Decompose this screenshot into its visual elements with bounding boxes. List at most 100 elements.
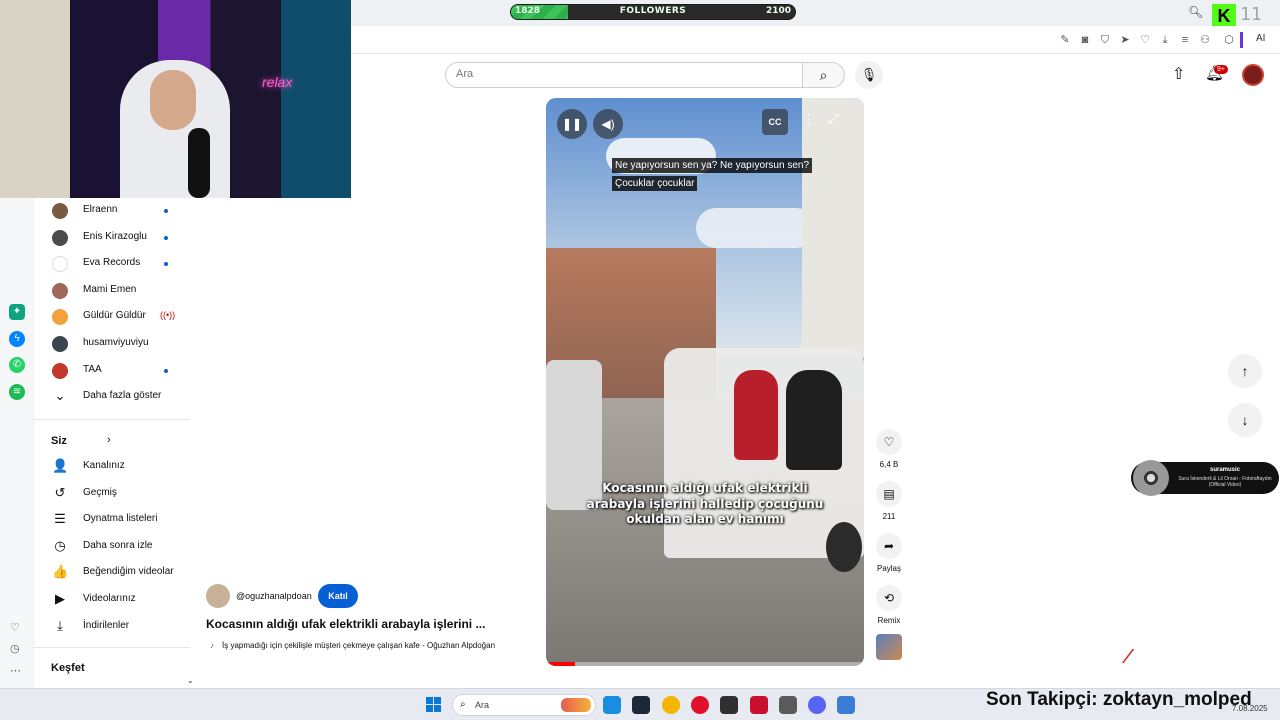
edit-icon[interactable]: ✎ — [1058, 33, 1072, 47]
upload-icon[interactable]: ⇧ — [1172, 64, 1185, 84]
search-input[interactable] — [456, 68, 786, 80]
edge-icon[interactable] — [603, 696, 621, 714]
music-chip[interactable]: ♪ İş yapmadığı için çekilişle müşteri çe… — [210, 641, 495, 655]
recorder-icon[interactable] — [749, 696, 768, 714]
chevron-right-icon[interactable]: › — [107, 434, 111, 446]
subscription-item[interactable]: Güldür Güldür ((•)) — [34, 304, 190, 330]
search-icon: ⌕ — [819, 67, 828, 83]
share-label: Paylaş — [876, 564, 901, 573]
captions-button[interactable]: CC — [762, 109, 788, 135]
more-icon[interactable]: ⋯ — [10, 664, 21, 677]
menu-icon[interactable]: ≡ — [1178, 33, 1192, 47]
chatgpt-icon[interactable]: ✦ — [9, 304, 25, 320]
live-icon: ((•)) — [160, 310, 176, 321]
subscription-label: Elraenn — [83, 204, 118, 215]
subscription-item[interactable]: TAA — [34, 358, 190, 384]
volume-button[interactable]: ◀) — [593, 109, 623, 139]
subscription-label: Güldür Güldür — [83, 310, 146, 322]
channel-name[interactable]: @oguzhanalpdoan — [236, 591, 312, 601]
video-scene-cloud — [696, 208, 816, 248]
join-button[interactable]: Katıl — [318, 584, 358, 608]
fullscreen-icon[interactable]: ⤢ — [828, 110, 839, 127]
you-item-label: Geçmiş — [83, 486, 117, 498]
you-item[interactable]: ⤓ İndirilenler — [34, 614, 190, 640]
subscription-item[interactable]: Elraenn — [34, 198, 190, 224]
arrow-down-icon: ↓ — [1241, 412, 1249, 428]
music-note-icon: ♪ — [210, 641, 214, 650]
sound-thumbnail[interactable] — [876, 634, 902, 660]
last-follower-ticker: Son Takipçi: zoktayn_molped — [986, 689, 1252, 710]
extensions-icon[interactable]: ⚇ — [1198, 33, 1212, 47]
discord-icon[interactable] — [808, 696, 827, 714]
channel-avatar — [52, 256, 68, 273]
settings-icon[interactable] — [837, 696, 856, 714]
history-icon[interactable]: ◷ — [10, 642, 20, 655]
spotify-icon[interactable]: ≋ — [9, 384, 25, 400]
subscription-item[interactable]: husamviyuviyu — [34, 331, 190, 357]
opera-icon[interactable] — [690, 696, 709, 714]
steam-icon[interactable] — [632, 696, 651, 714]
voice-search-button[interactable]: 🎙︎ — [855, 61, 883, 89]
download-icon: ⤓ — [57, 617, 63, 633]
history-icon: ↺ — [54, 484, 66, 500]
chrome-icon[interactable] — [661, 696, 680, 714]
you-item[interactable]: ▶ Videolarınız — [34, 587, 190, 613]
search-button[interactable]: ⌕ — [803, 62, 845, 88]
you-heading[interactable]: Siz — [51, 435, 67, 447]
channel-avatar — [52, 282, 68, 299]
shield-icon[interactable]: ⛉ — [1098, 33, 1112, 47]
scroll-down-icon[interactable]: ⌄ — [187, 676, 194, 685]
subscription-item[interactable]: Eva Records — [34, 251, 190, 277]
you-item[interactable]: ◷ Daha sonra izle — [34, 534, 190, 560]
remix-button[interactable]: ⟲ Remix — [876, 585, 902, 625]
subscription-item[interactable]: Mami Emen — [34, 278, 190, 304]
neon-sign: relax — [262, 74, 293, 90]
camera-icon[interactable]: ◙ — [1078, 33, 1092, 47]
messenger-icon[interactable]: ϟ — [9, 331, 25, 347]
now-playing-user: suramusic — [1209, 467, 1240, 473]
taskbar-search[interactable]: ⌕ Ara — [452, 694, 596, 716]
next-short-button[interactable]: ↓ — [1228, 403, 1262, 437]
music-chip-label: İş yapmadığı için çekilişle müşteri çekm… — [222, 641, 496, 650]
more-vert-icon[interactable]: ⋮ — [802, 112, 815, 128]
search-icon[interactable]: 🔍︎ — [1188, 5, 1203, 19]
obs-icon[interactable] — [720, 696, 739, 714]
vinyl-disc-icon — [1133, 460, 1169, 496]
volume-icon: ◀) — [601, 117, 615, 131]
you-item[interactable]: 👤 Kanalınız — [34, 454, 190, 480]
download-icon[interactable]: ⤓ — [1158, 33, 1172, 47]
start-button[interactable] — [426, 697, 442, 713]
short-video-player[interactable]: ❚❚ ◀) CC ⋮ ⤢ Ne yapıyorsun sen ya? Ne ya… — [546, 98, 864, 666]
like-button[interactable]: ♡ 6,4 B — [876, 429, 902, 469]
puzzle-icon[interactable]: ⬡ — [1222, 33, 1236, 47]
previous-short-button[interactable]: ↑ — [1228, 354, 1262, 388]
comment-button[interactable]: ▤ 211 — [876, 481, 902, 521]
video-progress-bar[interactable] — [546, 662, 864, 666]
share-button[interactable]: ➦ Paylaş — [876, 533, 902, 573]
new-content-dot — [164, 235, 168, 240]
channel-avatar[interactable] — [206, 584, 230, 608]
webcam-overlay: relax — [0, 0, 351, 198]
whatsapp-icon[interactable]: ✆ — [9, 357, 25, 373]
heart-icon[interactable]: ♡ — [10, 621, 20, 634]
new-content-dot — [164, 368, 168, 373]
short-title[interactable]: Kocasının aldığı ufak elektrikli arabayl… — [206, 617, 506, 631]
heart-icon[interactable]: ♡ — [1138, 33, 1152, 47]
app-icon[interactable] — [778, 696, 797, 714]
you-item[interactable]: ↺ Geçmiş — [34, 481, 190, 507]
followers-label: FOLLOWERS — [619, 6, 687, 16]
windows-icon — [426, 697, 433, 704]
you-item[interactable]: 👍 Beğendiğim videolar — [34, 560, 190, 586]
subscription-label: TAA — [83, 363, 102, 375]
ai-button[interactable]: AI — [1256, 33, 1265, 44]
you-item[interactable]: ☰ Oynatma listeleri — [34, 507, 190, 533]
like-count: 6,4 B — [879, 460, 899, 469]
remix-label: Remix — [877, 616, 901, 625]
avatar[interactable] — [1242, 64, 1264, 86]
subtitle-box: Ne yapıyorsun sen ya? Ne yapıyorsun sen?… — [612, 155, 822, 191]
subscription-item[interactable]: Enis Kirazoglu — [34, 225, 190, 251]
divider — [34, 419, 190, 420]
pause-button[interactable]: ❚❚ — [557, 109, 587, 139]
send-icon[interactable]: ➤ — [1118, 33, 1132, 47]
show-more-button[interactable]: ⌄ Daha fazla göster — [34, 384, 190, 410]
